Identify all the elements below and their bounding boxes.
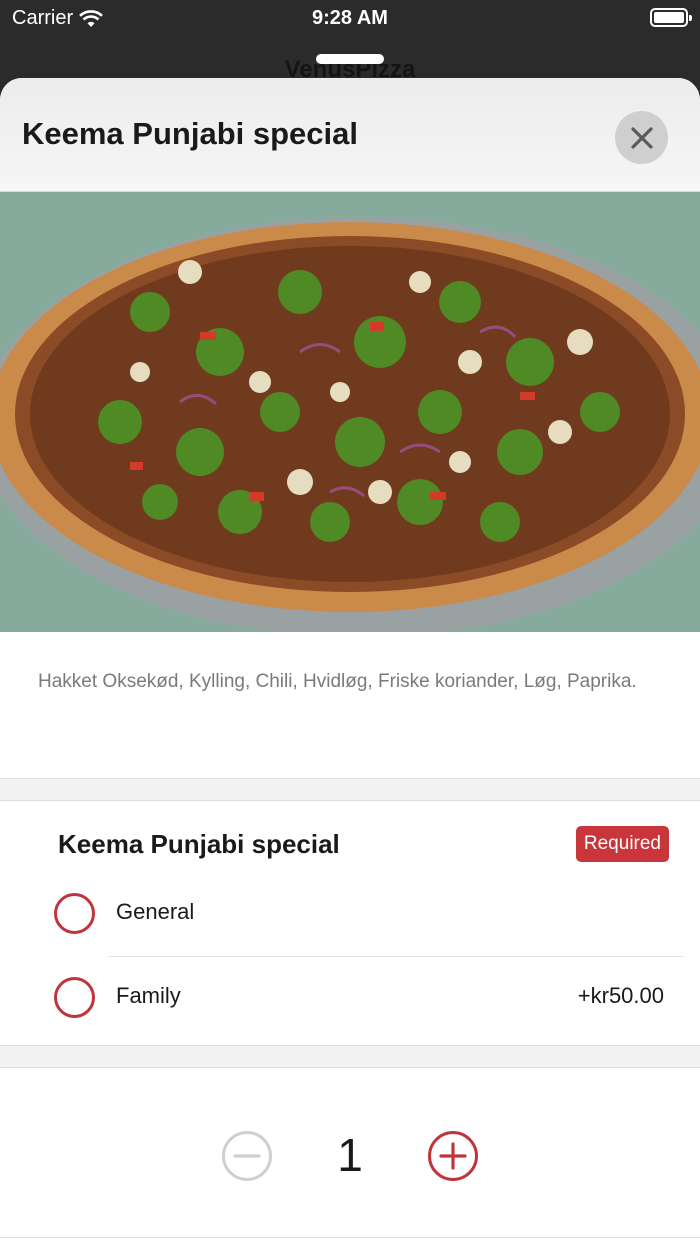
quantity-stepper: 1 [0,1068,700,1238]
sheet-grabber[interactable] [316,54,384,64]
item-detail-sheet: Keema Punjabi special Hakket Oksekød, Ky… [0,78,700,1244]
clock: 9:28 AM [312,7,388,29]
option-label: General [116,899,195,924]
increase-quantity-button[interactable] [427,1130,479,1182]
decrease-quantity-button[interactable] [221,1130,273,1182]
plus-circle-icon [428,1131,478,1181]
size-option-group: Keema Punjabi special Required General F… [0,801,700,1046]
section-divider [0,779,700,801]
option-price: +kr50.00 [577,983,664,1008]
status-bar: Carrier 9:28 AM [0,0,700,36]
radio-button[interactable] [54,893,95,934]
item-title: Keema Punjabi special [22,116,358,151]
quantity-value: 1 [337,1129,363,1181]
battery-icon [650,8,692,27]
minus-circle-icon [222,1131,272,1181]
option-family[interactable]: Family +kr50.00 [0,957,700,1041]
required-badge: Required [575,826,669,862]
option-group-title: Keema Punjabi special [58,829,340,859]
close-icon [630,126,653,149]
section-divider [0,1046,700,1068]
option-general[interactable]: General [0,871,700,955]
close-button[interactable] [615,111,668,164]
sheet-header: Keema Punjabi special [0,78,700,192]
pizza-photo [0,192,700,632]
option-label: Family [116,983,181,1008]
item-description: Hakket Oksekød, Kylling, Chili, Hvidløg,… [0,632,700,779]
radio-button[interactable] [54,977,95,1018]
